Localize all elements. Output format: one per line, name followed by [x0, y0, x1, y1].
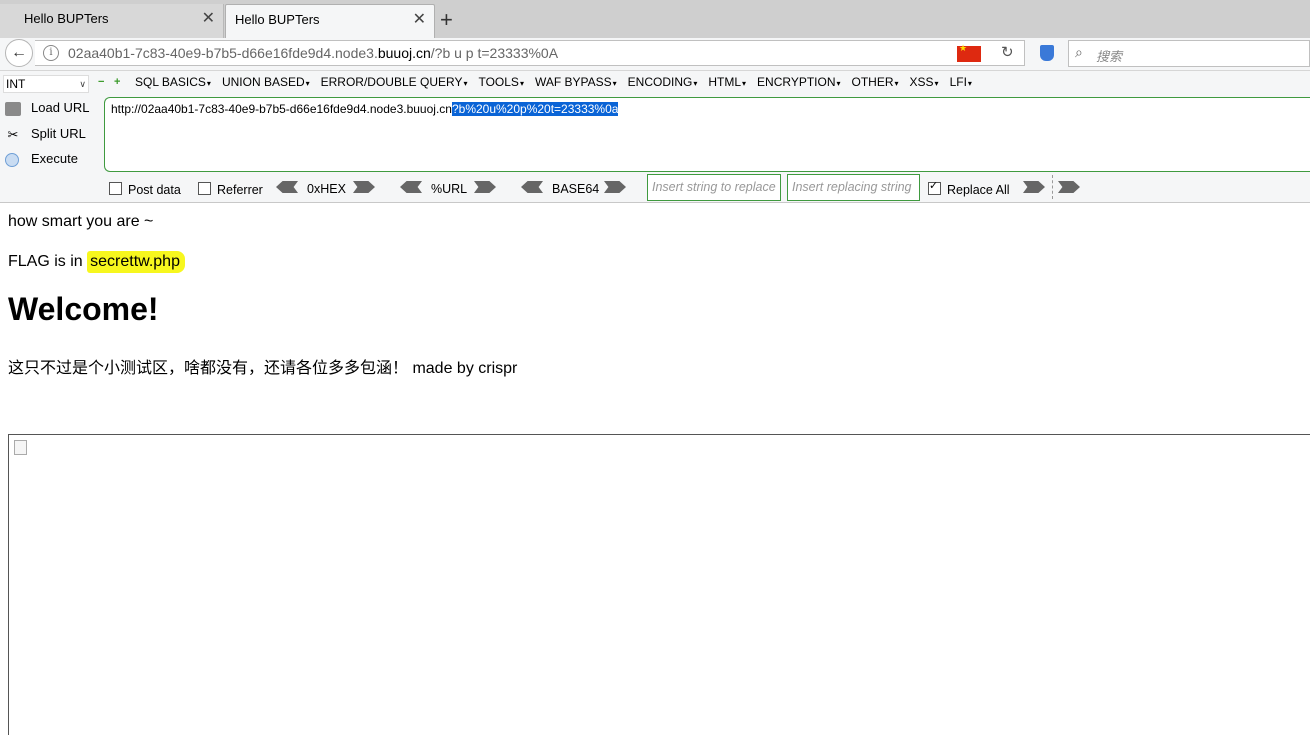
replace-right-arrow-icon[interactable]	[1058, 181, 1080, 193]
hackbar-url-text: http://02aa40b1-7c83-40e9-b7b5-d66e16fde…	[111, 102, 619, 116]
flag-hint: FLAG is in secrettw.php	[8, 251, 185, 273]
flag-file-highlight: secrettw.php	[87, 251, 185, 273]
replace-left-arrow-icon[interactable]	[1023, 181, 1045, 193]
back-arrow-icon[interactable]: ←	[5, 39, 33, 67]
load-url-button[interactable]: Load URL	[5, 100, 90, 116]
divider	[1052, 175, 1053, 199]
pocket-icon[interactable]	[1040, 45, 1054, 61]
url-encode-label: %URL	[431, 182, 468, 196]
checkbox-icon	[198, 182, 211, 195]
search-placeholder: 搜索	[1096, 49, 1123, 64]
replacing-string-input[interactable]: Insert replacing string	[787, 174, 920, 201]
embedded-frame	[8, 434, 1310, 735]
search-input[interactable]: ⌕ 搜索	[1068, 40, 1310, 67]
menu-sql-basics[interactable]: SQL BASICS	[135, 75, 211, 89]
hex-encode-arrow-icon[interactable]	[353, 181, 375, 193]
info-icon[interactable]: i	[43, 45, 59, 61]
menu-lfi[interactable]: LFI	[950, 75, 972, 89]
execute-button[interactable]: Execute	[5, 151, 78, 167]
hackbar-url-textarea[interactable]: http://02aa40b1-7c83-40e9-b7b5-d66e16fde…	[104, 97, 1310, 172]
load-url-icon	[5, 101, 21, 116]
reload-icon[interactable]: ↻	[1001, 43, 1014, 61]
page-title: Welcome!	[8, 291, 159, 327]
address-bar[interactable]: i 02aa40b1-7c83-40e9-b7b5-d66e16fde9d4.n…	[35, 40, 1025, 66]
chevron-down-icon: ∨	[79, 79, 86, 89]
hackbar-toolbar: INT∨ − + SQL BASICS UNION BASED ERROR/DOUB…	[0, 71, 1310, 203]
url-decode-arrow-icon[interactable]	[400, 181, 422, 193]
post-data-checkbox[interactable]: Post data	[109, 182, 181, 197]
close-tab-icon[interactable]: ✕	[413, 5, 426, 35]
injection-type-select[interactable]: INT ∨	[3, 75, 89, 93]
new-tab-button[interactable]: +	[440, 6, 453, 34]
close-tab-icon[interactable]: ✕	[202, 4, 215, 34]
checkbox-checked-icon	[928, 179, 941, 195]
tab-1[interactable]: Hello BUPTers ✕	[0, 4, 224, 38]
address-text: 02aa40b1-7c83-40e9-b7b5-d66e16fde9d4.nod…	[68, 45, 559, 61]
replace-string-input[interactable]: Insert string to replace	[647, 174, 781, 201]
replace-all-checkbox[interactable]: Replace All	[928, 179, 1010, 197]
plus-icon[interactable]: +	[114, 76, 120, 88]
notice-text: 这只不过是个小测试区，啥都没有，还请各位多多包涵！ made by crispr	[8, 360, 518, 377]
smart-text: how smart you are ~	[8, 213, 154, 230]
menu-encryption[interactable]: ENCRYPTION	[757, 75, 840, 89]
menu-waf-bypass[interactable]: WAF BYPASS	[535, 75, 617, 89]
split-url-button[interactable]: ✂ Split URL	[5, 126, 86, 142]
menu-encoding[interactable]: ENCODING	[628, 75, 698, 89]
play-icon	[5, 152, 19, 167]
base64-decode-arrow-icon[interactable]	[521, 181, 543, 193]
china-flag-icon[interactable]	[957, 43, 981, 62]
menu-union-based[interactable]: UNION BASED	[222, 75, 310, 89]
url-encode-arrow-icon[interactable]	[474, 181, 496, 193]
tab-2-active[interactable]: Hello BUPTers ✕	[225, 4, 435, 38]
menu-html[interactable]: HTML	[708, 75, 746, 89]
broken-image-icon	[14, 440, 27, 455]
scissors-icon: ✂	[7, 126, 19, 142]
tab-strip: Hello BUPTers ✕ Hello BUPTers ✕ +	[0, 0, 1310, 38]
minus-icon[interactable]: −	[98, 76, 104, 88]
tab-2-title: Hello BUPTers	[235, 12, 320, 27]
menu-xss[interactable]: XSS	[910, 75, 939, 89]
navigation-bar: ← i 02aa40b1-7c83-40e9-b7b5-d66e16fde9d4…	[0, 38, 1310, 71]
checkbox-icon	[109, 182, 122, 195]
tab-1-title: Hello BUPTers	[24, 11, 109, 26]
search-icon: ⌕	[1075, 44, 1083, 60]
hackbar-menu: SQL BASICS UNION BASED ERROR/DOUBLE QUERY T…	[135, 75, 983, 89]
base64-label: BASE64	[552, 182, 600, 196]
menu-error-double-query[interactable]: ERROR/DOUBLE QUERY	[321, 75, 468, 89]
hex-label: 0xHEX	[307, 182, 346, 196]
referrer-checkbox[interactable]: Referrer	[198, 182, 263, 197]
menu-tools[interactable]: TOOLS	[478, 75, 523, 89]
menu-other[interactable]: OTHER	[852, 75, 899, 89]
base64-encode-arrow-icon[interactable]	[604, 181, 626, 193]
hex-decode-arrow-icon[interactable]	[276, 181, 298, 193]
